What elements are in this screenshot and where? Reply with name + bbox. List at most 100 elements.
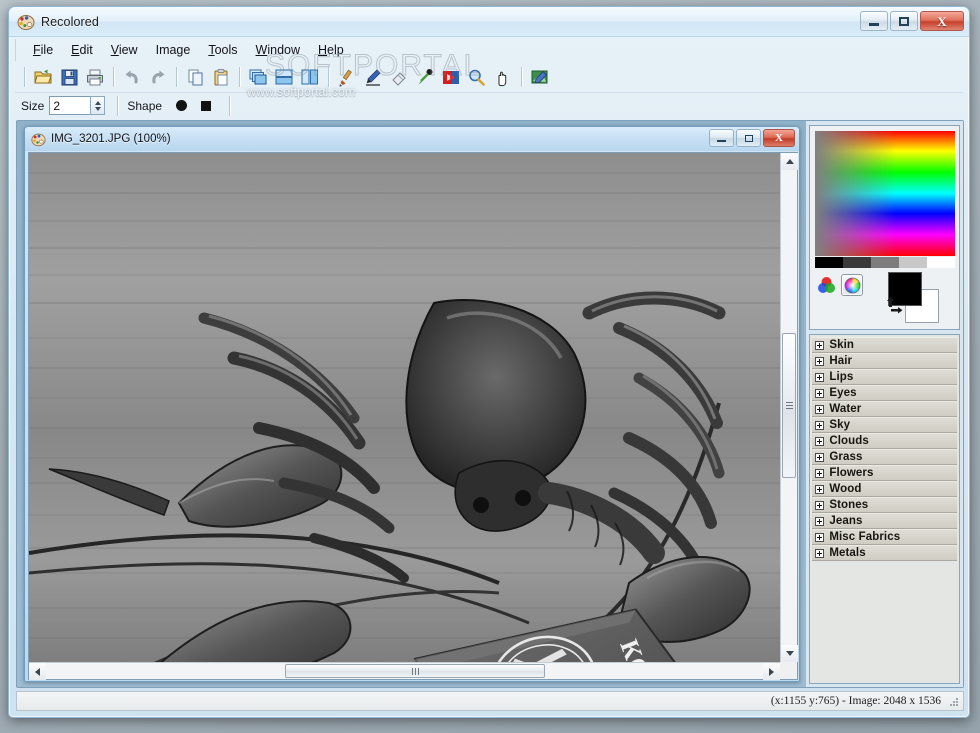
photo-crayfish: КОЗАЦЬКІ xyxy=(29,153,780,662)
scroll-down-button[interactable] xyxy=(781,645,798,662)
print-button[interactable] xyxy=(82,64,108,90)
open-button[interactable] xyxy=(30,64,56,90)
expand-icon[interactable] xyxy=(815,437,824,446)
paste-button[interactable] xyxy=(208,64,234,90)
expand-icon[interactable] xyxy=(815,453,824,462)
category-row-grass[interactable]: Grass xyxy=(812,449,957,465)
expand-icon[interactable] xyxy=(815,469,824,478)
toolbar-separator xyxy=(117,96,118,116)
save-icon xyxy=(60,68,79,87)
rgb-circles-icon xyxy=(817,276,836,295)
category-row-water[interactable]: Water xyxy=(812,401,957,417)
maximize-button[interactable] xyxy=(890,11,918,31)
tile-vertical-icon xyxy=(300,68,320,86)
category-row-skin[interactable]: Skin xyxy=(812,337,957,353)
scroll-up-button[interactable] xyxy=(781,153,798,170)
category-row-flowers[interactable]: Flowers xyxy=(812,465,957,481)
tile-horizontal-button[interactable] xyxy=(271,64,297,90)
spinner-up-icon[interactable] xyxy=(95,101,101,105)
category-row-hair[interactable]: Hair xyxy=(812,353,957,369)
expand-icon[interactable] xyxy=(815,501,824,510)
close-icon: X xyxy=(775,132,783,144)
menu-image[interactable]: Image xyxy=(147,41,200,59)
menu-tools[interactable]: Tools xyxy=(199,41,246,59)
expand-icon[interactable] xyxy=(815,405,824,414)
category-row-sky[interactable]: Sky xyxy=(812,417,957,433)
expand-icon[interactable] xyxy=(815,389,824,398)
rgb-circles-button[interactable] xyxy=(815,274,837,296)
expand-icon[interactable] xyxy=(815,373,824,382)
category-label: Grass xyxy=(829,451,862,463)
document-maximize-button[interactable] xyxy=(736,129,761,147)
eraser-tool-button[interactable] xyxy=(386,64,412,90)
category-row-metals[interactable]: Metals xyxy=(812,545,957,561)
chevron-up-icon xyxy=(786,159,794,164)
expand-icon[interactable] xyxy=(815,341,824,350)
category-row-eyes[interactable]: Eyes xyxy=(812,385,957,401)
expand-icon[interactable] xyxy=(815,421,824,430)
pen-tool-button[interactable] xyxy=(360,64,386,90)
shape-square-button[interactable] xyxy=(195,96,217,116)
horizontal-scrollbar[interactable] xyxy=(29,662,780,679)
document-close-button[interactable]: X xyxy=(763,129,795,147)
close-button[interactable]: X xyxy=(920,11,964,31)
expand-icon[interactable] xyxy=(815,357,824,366)
category-row-lips[interactable]: Lips xyxy=(812,369,957,385)
shape-label: Shape xyxy=(127,99,162,113)
category-row-wood[interactable]: Wood xyxy=(812,481,957,497)
horizontal-scroll-thumb[interactable] xyxy=(285,664,545,678)
hand-tool-button[interactable] xyxy=(490,64,516,90)
saturation-hue-gradient[interactable] xyxy=(815,131,955,256)
edit-image-button[interactable] xyxy=(527,64,553,90)
title-bar: Recolored X xyxy=(9,7,969,37)
category-row-misc-fabrics[interactable]: Misc Fabrics xyxy=(812,529,957,545)
pen-tool-icon xyxy=(363,68,383,87)
status-text: (x:1155 y:765) - Image: 2048 x 1536 xyxy=(771,695,941,707)
recolor-button[interactable] xyxy=(438,64,464,90)
menu-window[interactable]: Window xyxy=(247,41,309,59)
category-row-stones[interactable]: Stones xyxy=(812,497,957,513)
document-body: КОЗАЦЬКІ xyxy=(28,152,798,680)
expand-icon[interactable] xyxy=(815,485,824,494)
hand-tool-icon xyxy=(493,68,513,87)
resize-grip-icon[interactable] xyxy=(948,696,960,708)
zoom-tool-button[interactable] xyxy=(464,64,490,90)
size-input[interactable] xyxy=(49,96,91,115)
copy-button[interactable] xyxy=(182,64,208,90)
minimize-icon xyxy=(869,23,879,26)
brush-tool-button[interactable] xyxy=(334,64,360,90)
grayscale-ramp[interactable] xyxy=(815,257,955,268)
document-window-controls: X xyxy=(709,129,795,147)
tile-vertical-button[interactable] xyxy=(297,64,323,90)
color-picker-tool-button[interactable] xyxy=(412,64,438,90)
color-wheel-button[interactable] xyxy=(841,274,863,296)
spinner-down-icon[interactable] xyxy=(95,107,101,111)
category-row-jeans[interactable]: Jeans xyxy=(812,513,957,529)
swap-colors-icon[interactable] xyxy=(886,296,904,314)
size-spinner[interactable] xyxy=(90,96,105,115)
scroll-left-button[interactable] xyxy=(29,663,46,680)
expand-icon[interactable] xyxy=(815,533,824,542)
vertical-scroll-thumb[interactable] xyxy=(782,333,796,478)
minimize-button[interactable] xyxy=(860,11,888,31)
expand-icon[interactable] xyxy=(815,517,824,526)
category-row-clouds[interactable]: Clouds xyxy=(812,433,957,449)
tile-horizontal-icon xyxy=(274,68,294,86)
menu-help[interactable]: Help xyxy=(309,41,353,59)
menu-view[interactable]: View xyxy=(102,41,147,59)
right-panel: Skin Hair Lips Eyes Water xyxy=(806,121,963,687)
scroll-grip-icon xyxy=(786,402,793,409)
vertical-scrollbar[interactable] xyxy=(780,153,797,662)
scroll-right-button[interactable] xyxy=(763,663,780,680)
shape-circle-button[interactable] xyxy=(170,96,192,116)
menu-file[interactable]: File xyxy=(24,41,62,59)
image-canvas[interactable]: КОЗАЦЬКІ xyxy=(29,153,780,662)
expand-icon[interactable] xyxy=(815,549,824,558)
redo-button[interactable] xyxy=(145,64,171,90)
toolbar-separator xyxy=(176,67,177,87)
document-minimize-button[interactable] xyxy=(709,129,734,147)
save-button[interactable] xyxy=(56,64,82,90)
undo-button[interactable] xyxy=(119,64,145,90)
menu-edit[interactable]: Edit xyxy=(62,41,102,59)
cascade-windows-button[interactable] xyxy=(245,64,271,90)
